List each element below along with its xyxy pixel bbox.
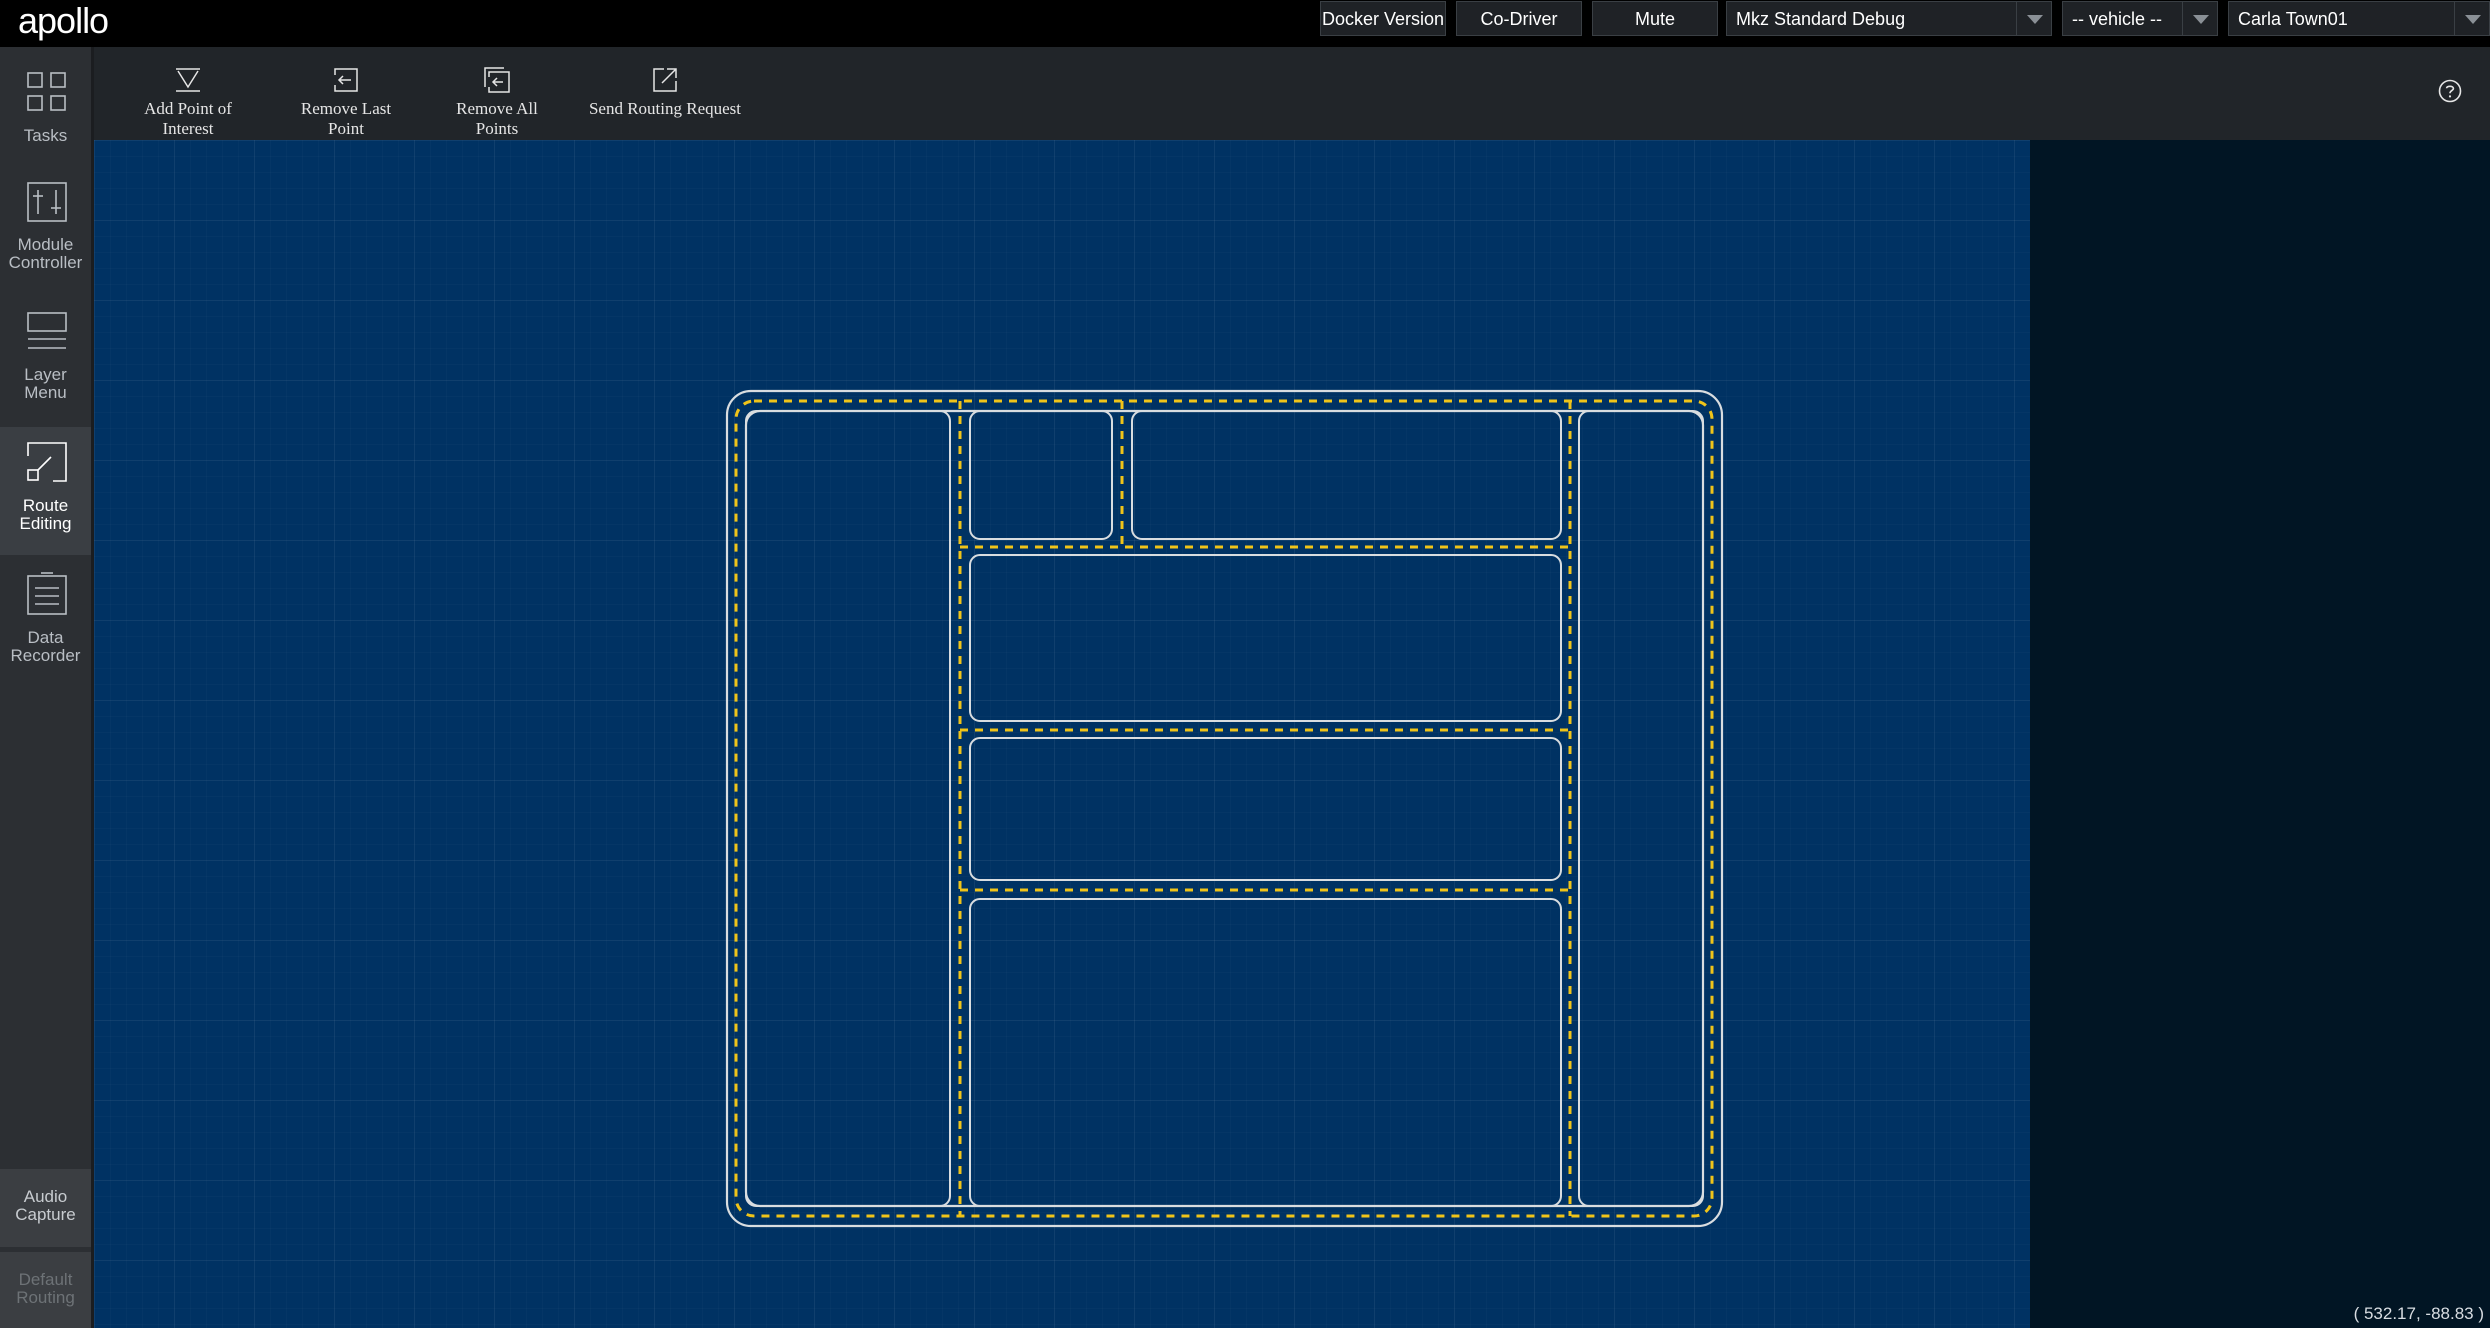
mode-select[interactable]: Mkz Standard Debug [1726,1,2052,36]
docker-version-button[interactable]: Docker Version [1320,1,1446,36]
svg-text:apollo: apollo [18,2,108,41]
sidebar-item-label-2: Editing [19,514,72,533]
remove-all-points-label: Remove All Points [456,99,538,138]
add-point-icon [176,68,200,92]
remove-last-icon [334,68,358,92]
sidebar-item-label: Data [27,628,64,647]
map-select[interactable]: Carla Town01 [2228,1,2490,36]
route-editing-icon [27,442,67,482]
data-recorder-icon [27,572,67,615]
help-circle-icon[interactable] [2438,79,2462,103]
sidebar-item-label-2: Recorder [10,646,81,665]
vehicle-select-value: -- vehicle -- [2072,9,2163,29]
block-top-small [969,410,1113,540]
remove-all-points-button[interactable]: Remove All Points [434,67,560,139]
vehicle-select[interactable]: -- vehicle -- [2062,1,2218,36]
block-right [1578,410,1704,1207]
remove-last-point-label: Remove Last Point [300,99,392,138]
block-bottom [969,898,1562,1207]
outer-road-inner-edge [744,409,1705,1208]
apollo-logo: apollo [18,2,109,41]
audio-capture-button[interactable]: Audio Capture [0,1169,91,1247]
audio-capture-label: Audio [23,1187,68,1206]
mute-button[interactable]: Mute [1592,1,1718,36]
default-routing-label-2: Routing [16,1288,75,1307]
map-select-value: Carla Town01 [2238,9,2348,29]
route-editing-toolbar: Add Point of Interest Remove Last Point … [94,47,2490,140]
road-network [725,389,1724,1228]
outer-road-edge [725,389,1724,1228]
send-routing-icon [653,68,677,92]
layer-menu-icon [27,312,67,349]
sidebar-item-data-recorder[interactable]: Data Recorder [0,567,91,695]
block-top-wide [1131,410,1562,540]
module-controller-icon [27,182,67,222]
send-routing-request-label: Send Routing Request [588,99,742,118]
map-side-panel: ( 532.17, -88.83 ) [2030,140,2490,1328]
sidebar-item-layer-menu[interactable]: Layer Menu [0,307,91,435]
top-header: apollo Docker Version Co-Driver Mute Mkz… [0,0,2490,47]
sidebar-item-label: Layer [24,365,67,384]
default-routing-button[interactable]: Default Routing [0,1252,91,1328]
sidebar-item-tasks[interactable]: Tasks [0,47,91,175]
sidebar-item-module-controller[interactable]: Module Controller [0,177,91,305]
sidebar-item-label: Route [22,496,69,515]
block-left [745,410,951,1207]
block-middle-2 [969,737,1562,881]
block-middle-1 [969,554,1562,722]
add-point-of-interest-label: Add Point of Interest [144,99,232,138]
map-canvas[interactable] [94,140,2030,1328]
add-point-of-interest-button[interactable]: Add Point of Interest [118,67,258,139]
send-routing-request-button[interactable]: Send Routing Request [584,67,746,139]
sidebar-item-route-editing[interactable]: Route Editing [0,427,91,555]
sidebar-item-label-2: Menu [24,383,67,402]
ring-center-line [734,399,1714,1218]
remove-all-icon [484,67,510,93]
default-routing-label: Default [18,1270,73,1289]
audio-capture-label-2: Capture [15,1205,76,1224]
sidebar-item-label-2: Controller [8,253,83,272]
chevron-down-icon[interactable] [2182,2,2217,35]
sidebar-item-label: Module [17,235,74,254]
grid-icon [27,72,66,111]
sidebar-item-label: Tasks [23,126,68,145]
chevron-down-icon[interactable] [2016,2,2051,35]
mode-select-value: Mkz Standard Debug [1736,9,1906,29]
cursor-coordinates: ( 532.17, -88.83 ) [2353,1304,2484,1323]
sidebar: Tasks Module Controller Layer Menu Route… [0,47,94,1328]
co-driver-button[interactable]: Co-Driver [1456,1,1582,36]
remove-last-point-button[interactable]: Remove Last Point [282,67,410,139]
chevron-down-icon[interactable] [2454,2,2489,35]
